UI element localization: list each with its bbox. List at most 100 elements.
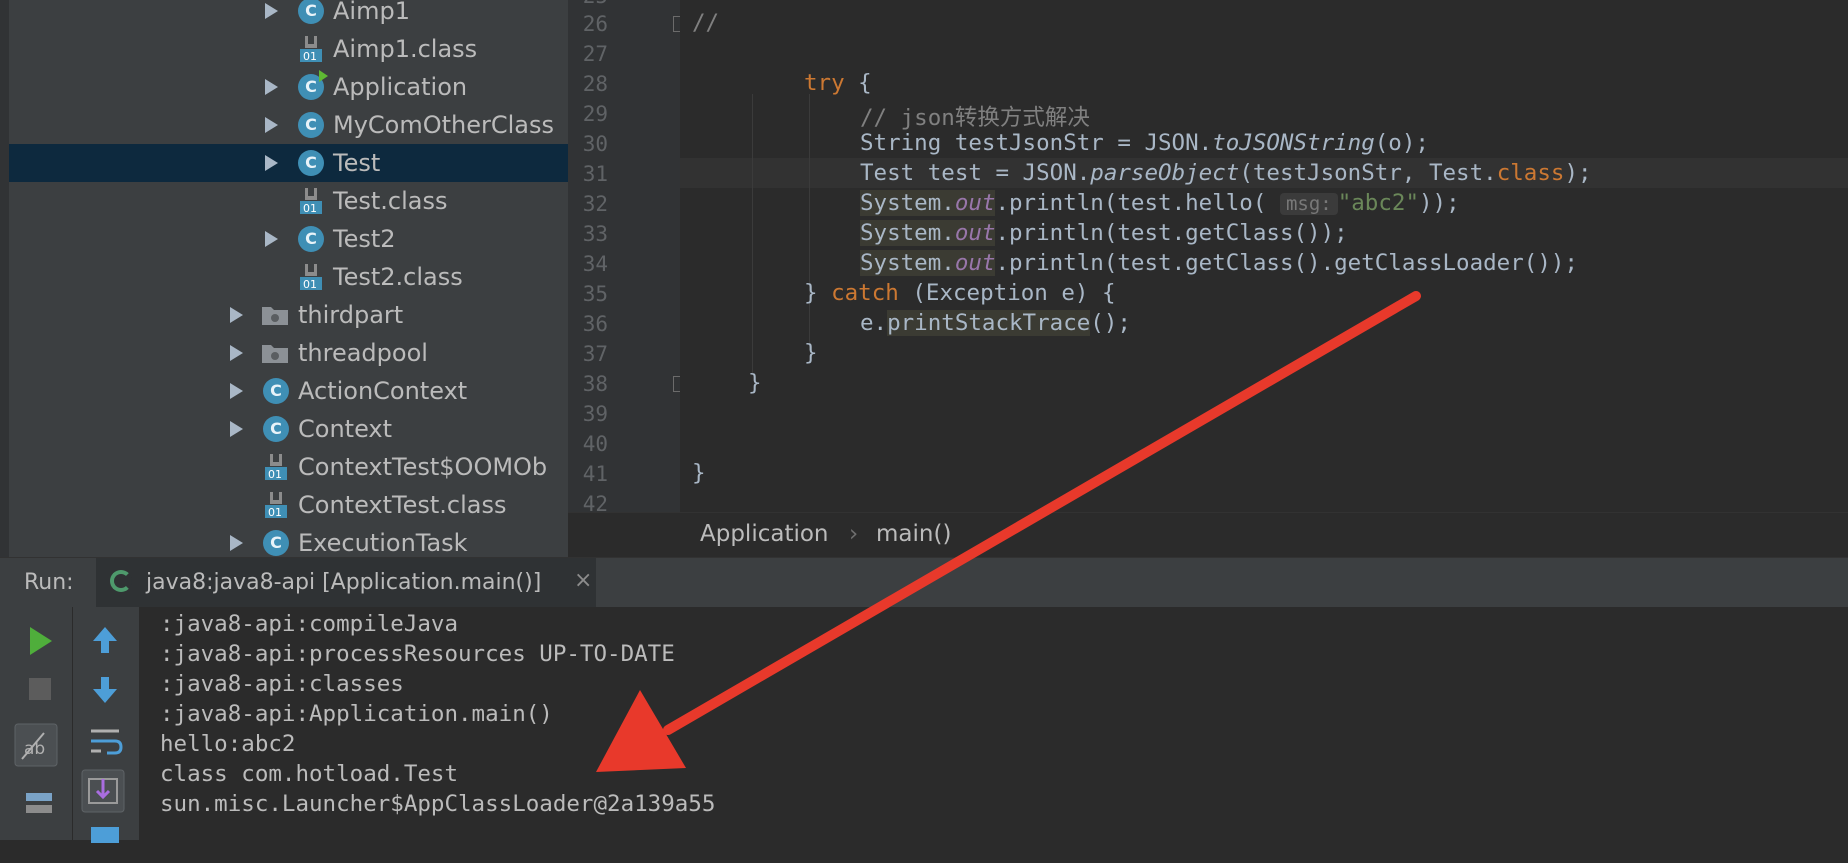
tree-item-label: Aimp1.class [333,35,478,63]
expand-arrow-icon[interactable] [265,231,278,247]
class-letter: C [305,77,317,96]
console-output[interactable]: :java8-api:compileJava :java8-api:proces… [139,607,1848,840]
expand-arrow-icon[interactable] [230,421,243,437]
expand-arrow-icon[interactable] [265,155,278,171]
class-file-icon: 01 [300,264,322,291]
code-text: e. [860,310,888,336]
code-text: Test test = JSON. [860,160,1091,186]
class-icon: C [298,0,324,24]
tree-item-test2-class[interactable]: 01 Test2.class [9,258,568,296]
expand-arrow-icon[interactable] [230,383,243,399]
rerun-icon[interactable] [18,619,62,663]
tree-item-application[interactable]: C Application [9,68,568,106]
tree-item-test[interactable]: C Test [9,144,568,182]
indent-guide [809,94,810,350]
stop-icon[interactable] [18,667,62,711]
code-text: System. [860,250,955,276]
tree-item-context[interactable]: C Context [9,410,568,448]
running-spinner-icon [110,570,132,592]
code-text: String testJsonStr = JSON. [860,130,1213,156]
line-number: 37 [582,342,608,366]
tree-item-contexttest-oomob[interactable]: 01 ContextTest$OOMOb [9,448,568,486]
code-line-28: try { [804,70,872,96]
scroll-down-icon[interactable] [83,667,127,711]
tree-item-label: ActionContext [298,377,468,405]
tree-item-actioncontext[interactable]: C ActionContext [9,372,568,410]
code-text: (testJsonStr, Test. [1239,160,1497,186]
class-icon: C [298,150,324,176]
tree-item-test-class[interactable]: 01 Test.class [9,182,568,220]
run-tab[interactable]: java8:java8-api [Application.main()] × [96,558,596,608]
tree-item-aimp1-class[interactable]: 01 Aimp1.class [9,30,568,68]
breadcrumb-method[interactable]: main() [876,521,951,547]
print-icon[interactable] [83,819,127,863]
tree-item-label: Test2 [333,225,396,253]
run-badge-icon [319,70,328,82]
breadcrumb-separator: › [849,521,859,547]
tree-item-aimp1[interactable]: C Aimp1 [9,0,568,30]
close-tab-icon[interactable]: × [574,568,592,593]
soft-wrap-toggle-icon[interactable]: ab [14,723,58,767]
expand-arrow-icon[interactable] [265,3,278,19]
class-icon: C [298,112,324,138]
scroll-to-end-icon[interactable] [81,769,125,813]
console-line: hello:abc2 [160,731,296,757]
code-line-31: Test test = JSON.parseObject(testJsonStr… [860,160,1592,186]
editor-gutter: 25 26 27 28 29 30 31 32 33 34 35 36 37 3… [568,0,687,516]
expand-arrow-icon[interactable] [230,345,243,361]
line-number: 32 [582,192,608,216]
static-field: out [954,250,996,276]
static-field: out [954,220,996,246]
class-file-icon: 01 [300,36,322,63]
console-line: class com.hotload.Test [160,761,459,787]
expand-arrow-icon[interactable] [230,535,243,551]
scroll-up-icon[interactable] [83,619,127,663]
code-line-36: e.printStackTrace(); [860,310,1131,336]
tree-item-label: Test2.class [333,263,463,291]
static-method: parseObject [1090,160,1240,186]
tree-item-mycomotherclass[interactable]: C MyComOtherClass [9,106,568,144]
tree-item-test2[interactable]: C Test2 [9,220,568,258]
tree-item-threadpool[interactable]: threadpool [9,334,568,372]
code-text: ); [1564,160,1592,186]
line-number: 30 [582,132,608,156]
console-line: :java8-api:classes [160,671,404,697]
project-panel-edge [0,0,9,557]
expand-arrow-icon[interactable] [230,307,243,323]
tree-item-executiontask[interactable]: C ExecutionTask [9,524,568,557]
run-toolwindow-header: Run: java8:java8-api [Application.main()… [0,557,1848,608]
code-line-30: String testJsonStr = JSON.toJSONString(o… [860,130,1429,156]
code-editor[interactable]: // try { // json转换方式解决 String testJsonSt… [680,0,1848,512]
line-number: 25 [568,0,608,8]
class-icon: C [263,416,289,442]
keyword-catch: catch [831,280,899,306]
tree-item-label: thirdpart [298,301,404,329]
editor-breadcrumb: Application › main() [568,512,1848,558]
line-number: 28 [582,72,608,96]
expand-arrow-icon[interactable] [265,117,278,133]
tree-item-contexttest-class[interactable]: 01 ContextTest.class [9,486,568,524]
class-icon: C [263,530,289,556]
tree-item-label: Application [333,73,468,101]
tree-item-label: ContextTest.class [298,491,507,519]
code-line-37: } [804,340,818,366]
expand-arrow-icon[interactable] [265,79,278,95]
tree-item-label: Test [333,149,381,177]
code-text: (o); [1374,130,1429,156]
run-title: Run: [24,570,74,595]
class-file-icon: 01 [300,188,322,215]
string-literal: "abc2" [1337,190,1419,216]
code-text: System. [860,220,955,246]
class-icon: C [263,378,289,404]
svg-text:01: 01 [268,506,282,519]
soft-wraps-icon[interactable] [83,719,127,763]
breadcrumb-class[interactable]: Application [700,521,829,547]
static-method: toJSONString [1212,130,1375,156]
tree-item-thirdpart[interactable]: thirdpart [9,296,568,334]
console-line: :java8-api:compileJava [160,611,459,637]
code-text: { [844,70,872,96]
layout-icon[interactable] [18,783,62,827]
package-folder-icon [262,307,288,325]
line-number: 40 [582,432,608,456]
code-text: )); [1419,190,1460,216]
